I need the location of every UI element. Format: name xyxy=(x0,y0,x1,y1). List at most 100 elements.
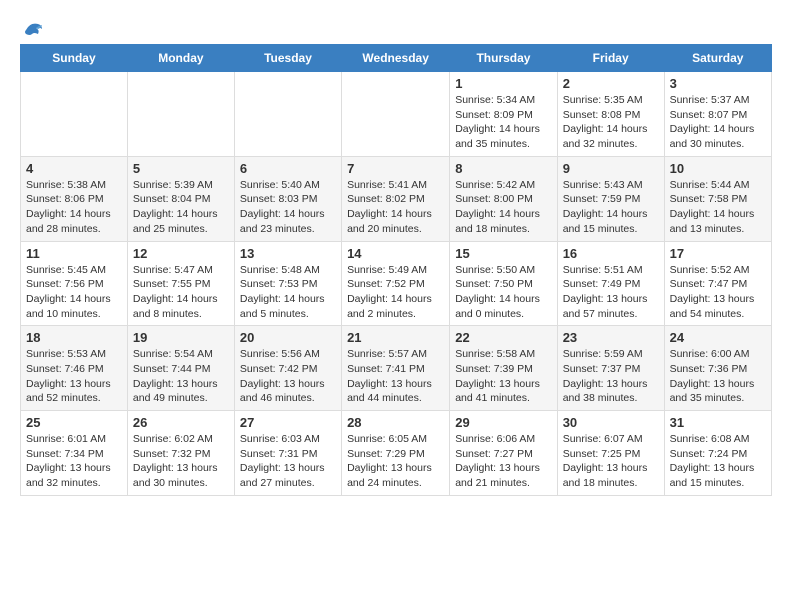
weekday-header-row: SundayMondayTuesdayWednesdayThursdayFrid… xyxy=(21,45,772,72)
day-info: Sunrise: 5:47 AMSunset: 7:55 PMDaylight:… xyxy=(133,263,229,322)
calendar-cell: 6 Sunrise: 5:40 AMSunset: 8:03 PMDaylight… xyxy=(234,156,341,241)
weekday-header-saturday: Saturday xyxy=(664,45,771,72)
calendar-cell: 7 Sunrise: 5:41 AMSunset: 8:02 PMDaylight… xyxy=(342,156,450,241)
logo-bird-icon xyxy=(22,20,44,38)
calendar-cell: 12 Sunrise: 5:47 AMSunset: 7:55 PMDayligh… xyxy=(127,241,234,326)
day-info: Sunrise: 6:07 AMSunset: 7:25 PMDaylight:… xyxy=(563,432,659,491)
calendar-week-row: 1 Sunrise: 5:34 AMSunset: 8:09 PMDaylight… xyxy=(21,72,772,157)
calendar-cell: 23 Sunrise: 5:59 AMSunset: 7:37 PMDayligh… xyxy=(557,326,664,411)
day-number: 23 xyxy=(563,330,659,345)
calendar-cell: 29Sunrise: 6:06 AMSunset: 7:27 PMDayligh… xyxy=(450,411,557,496)
page-header xyxy=(20,16,772,38)
calendar-cell: 3Sunrise: 5:37 AMSunset: 8:07 PMDaylight… xyxy=(664,72,771,157)
day-info: Sunrise: 5:51 AMSunset: 7:49 PMDaylight:… xyxy=(563,263,659,322)
day-number: 20 xyxy=(240,330,336,345)
day-number: 31 xyxy=(670,415,766,430)
calendar-week-row: 4 Sunrise: 5:38 AMSunset: 8:06 PMDaylight… xyxy=(21,156,772,241)
day-number: 5 xyxy=(133,161,229,176)
calendar-week-row: 25 Sunrise: 6:01 AMSunset: 7:34 PMDayligh… xyxy=(21,411,772,496)
calendar-cell: 31 Sunrise: 6:08 AMSunset: 7:24 PMDayligh… xyxy=(664,411,771,496)
day-info: Sunrise: 5:53 AMSunset: 7:46 PMDaylight:… xyxy=(26,347,122,406)
calendar-cell: 17Sunrise: 5:52 AMSunset: 7:47 PMDayligh… xyxy=(664,241,771,326)
calendar-cell: 10 Sunrise: 5:44 AMSunset: 7:58 PMDayligh… xyxy=(664,156,771,241)
day-number: 30 xyxy=(563,415,659,430)
day-info: Sunrise: 6:05 AMSunset: 7:29 PMDaylight:… xyxy=(347,432,444,491)
day-info: Sunrise: 6:01 AMSunset: 7:34 PMDaylight:… xyxy=(26,432,122,491)
day-number: 9 xyxy=(563,161,659,176)
day-number: 15 xyxy=(455,246,551,261)
day-number: 10 xyxy=(670,161,766,176)
day-info: Sunrise: 5:35 AMSunset: 8:08 PMDaylight:… xyxy=(563,93,659,152)
day-info: Sunrise: 5:49 AMSunset: 7:52 PMDaylight:… xyxy=(347,263,444,322)
day-number: 27 xyxy=(240,415,336,430)
calendar-cell xyxy=(21,72,128,157)
calendar-cell xyxy=(342,72,450,157)
logo xyxy=(20,16,44,38)
day-number: 1 xyxy=(455,76,551,91)
day-number: 2 xyxy=(563,76,659,91)
calendar-cell: 1 Sunrise: 5:34 AMSunset: 8:09 PMDaylight… xyxy=(450,72,557,157)
day-number: 17 xyxy=(670,246,766,261)
day-info: Sunrise: 5:45 AMSunset: 7:56 PMDaylight:… xyxy=(26,263,122,322)
day-number: 22 xyxy=(455,330,551,345)
calendar-table: SundayMondayTuesdayWednesdayThursdayFrid… xyxy=(20,44,772,496)
day-info: Sunrise: 5:57 AMSunset: 7:41 PMDaylight:… xyxy=(347,347,444,406)
calendar-cell: 26Sunrise: 6:02 AMSunset: 7:32 PMDayligh… xyxy=(127,411,234,496)
calendar-cell: 18 Sunrise: 5:53 AMSunset: 7:46 PMDayligh… xyxy=(21,326,128,411)
day-info: Sunrise: 6:08 AMSunset: 7:24 PMDaylight:… xyxy=(670,432,766,491)
weekday-header-friday: Friday xyxy=(557,45,664,72)
day-number: 24 xyxy=(670,330,766,345)
day-number: 4 xyxy=(26,161,122,176)
day-info: Sunrise: 5:37 AMSunset: 8:07 PMDaylight:… xyxy=(670,93,766,152)
day-info: Sunrise: 5:56 AMSunset: 7:42 PMDaylight:… xyxy=(240,347,336,406)
calendar-cell: 15 Sunrise: 5:50 AMSunset: 7:50 PMDayligh… xyxy=(450,241,557,326)
day-number: 21 xyxy=(347,330,444,345)
calendar-cell: 14 Sunrise: 5:49 AMSunset: 7:52 PMDayligh… xyxy=(342,241,450,326)
weekday-header-monday: Monday xyxy=(127,45,234,72)
day-number: 16 xyxy=(563,246,659,261)
day-info: Sunrise: 5:41 AMSunset: 8:02 PMDaylight:… xyxy=(347,178,444,237)
calendar-cell: 21 Sunrise: 5:57 AMSunset: 7:41 PMDayligh… xyxy=(342,326,450,411)
calendar-cell: 22Sunrise: 5:58 AMSunset: 7:39 PMDayligh… xyxy=(450,326,557,411)
weekday-header-wednesday: Wednesday xyxy=(342,45,450,72)
day-number: 11 xyxy=(26,246,122,261)
day-info: Sunrise: 5:48 AMSunset: 7:53 PMDaylight:… xyxy=(240,263,336,322)
day-info: Sunrise: 5:38 AMSunset: 8:06 PMDaylight:… xyxy=(26,178,122,237)
calendar-cell: 5 Sunrise: 5:39 AMSunset: 8:04 PMDaylight… xyxy=(127,156,234,241)
calendar-cell: 13 Sunrise: 5:48 AMSunset: 7:53 PMDayligh… xyxy=(234,241,341,326)
calendar-week-row: 11 Sunrise: 5:45 AMSunset: 7:56 PMDayligh… xyxy=(21,241,772,326)
day-info: Sunrise: 5:42 AMSunset: 8:00 PMDaylight:… xyxy=(455,178,551,237)
calendar-cell: 28 Sunrise: 6:05 AMSunset: 7:29 PMDayligh… xyxy=(342,411,450,496)
weekday-header-thursday: Thursday xyxy=(450,45,557,72)
day-number: 8 xyxy=(455,161,551,176)
day-info: Sunrise: 5:59 AMSunset: 7:37 PMDaylight:… xyxy=(563,347,659,406)
day-number: 18 xyxy=(26,330,122,345)
calendar-cell: 27 Sunrise: 6:03 AMSunset: 7:31 PMDayligh… xyxy=(234,411,341,496)
day-number: 29 xyxy=(455,415,551,430)
day-info: Sunrise: 6:03 AMSunset: 7:31 PMDaylight:… xyxy=(240,432,336,491)
calendar-cell: 11 Sunrise: 5:45 AMSunset: 7:56 PMDayligh… xyxy=(21,241,128,326)
day-number: 6 xyxy=(240,161,336,176)
calendar-cell: 25 Sunrise: 6:01 AMSunset: 7:34 PMDayligh… xyxy=(21,411,128,496)
calendar-cell: 9Sunrise: 5:43 AMSunset: 7:59 PMDaylight… xyxy=(557,156,664,241)
day-number: 25 xyxy=(26,415,122,430)
calendar-cell: 20 Sunrise: 5:56 AMSunset: 7:42 PMDayligh… xyxy=(234,326,341,411)
day-number: 13 xyxy=(240,246,336,261)
calendar-cell xyxy=(234,72,341,157)
calendar-cell: 30 Sunrise: 6:07 AMSunset: 7:25 PMDayligh… xyxy=(557,411,664,496)
calendar-cell: 8 Sunrise: 5:42 AMSunset: 8:00 PMDaylight… xyxy=(450,156,557,241)
day-info: Sunrise: 5:54 AMSunset: 7:44 PMDaylight:… xyxy=(133,347,229,406)
day-info: Sunrise: 5:39 AMSunset: 8:04 PMDaylight:… xyxy=(133,178,229,237)
day-info: Sunrise: 5:34 AMSunset: 8:09 PMDaylight:… xyxy=(455,93,551,152)
day-number: 12 xyxy=(133,246,229,261)
weekday-header-sunday: Sunday xyxy=(21,45,128,72)
day-number: 7 xyxy=(347,161,444,176)
day-number: 19 xyxy=(133,330,229,345)
day-number: 28 xyxy=(347,415,444,430)
calendar-cell: 16 Sunrise: 5:51 AMSunset: 7:49 PMDayligh… xyxy=(557,241,664,326)
weekday-header-tuesday: Tuesday xyxy=(234,45,341,72)
day-info: Sunrise: 5:40 AMSunset: 8:03 PMDaylight:… xyxy=(240,178,336,237)
day-info: Sunrise: 5:50 AMSunset: 7:50 PMDaylight:… xyxy=(455,263,551,322)
day-info: Sunrise: 5:44 AMSunset: 7:58 PMDaylight:… xyxy=(670,178,766,237)
day-number: 14 xyxy=(347,246,444,261)
